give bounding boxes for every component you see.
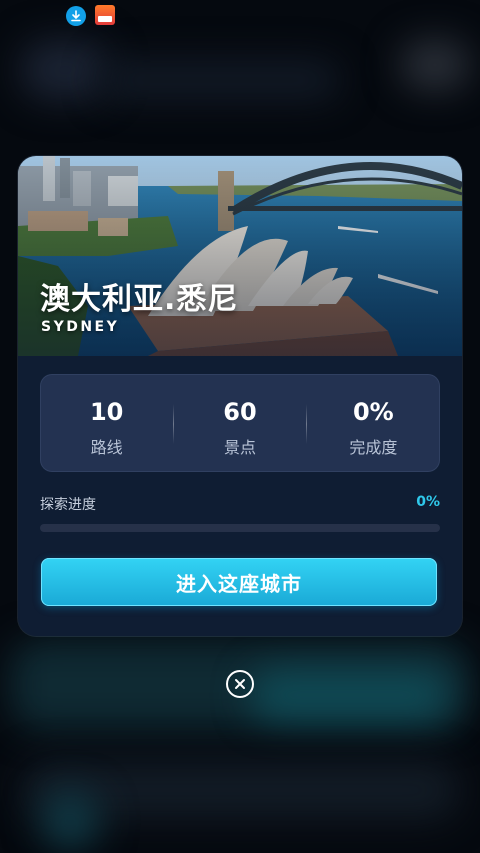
progress-value: 0%: [416, 494, 440, 510]
progress-label: 探索进度: [40, 497, 96, 513]
stats-panel: 10 路线 60 景点 0% 完成度: [40, 374, 440, 472]
stat-attractions-value: 60: [223, 398, 257, 426]
stat-routes: 10 路线: [40, 374, 173, 472]
app-notification-icon: [95, 5, 115, 25]
stat-routes-label: 路线: [90, 438, 123, 457]
download-icon: [66, 6, 86, 26]
stat-completion-value: 0%: [352, 398, 394, 426]
stat-completion: 0% 完成度: [307, 374, 440, 472]
stat-completion-label: 完成度: [349, 438, 398, 457]
city-title: 澳大利亚.悉尼: [40, 282, 239, 317]
progress-bar: [40, 524, 440, 532]
close-circle-icon[interactable]: [226, 670, 254, 698]
city-card: 澳大利亚.悉尼 SYDNEY 10 路线 60 景点 0% 完成度 探索进度 0…: [18, 156, 462, 636]
status-bar: [0, 0, 480, 32]
stat-divider: [173, 404, 174, 444]
stat-divider: [306, 404, 307, 444]
sydney-hero-image: 澳大利亚.悉尼 SYDNEY: [18, 156, 462, 356]
enter-city-button[interactable]: 进入这座城市: [41, 558, 437, 606]
city-subtitle: SYDNEY: [41, 319, 120, 335]
stat-routes-value: 10: [89, 398, 124, 426]
stat-attractions-label: 景点: [223, 438, 256, 457]
stat-attractions: 60 景点: [173, 374, 306, 472]
